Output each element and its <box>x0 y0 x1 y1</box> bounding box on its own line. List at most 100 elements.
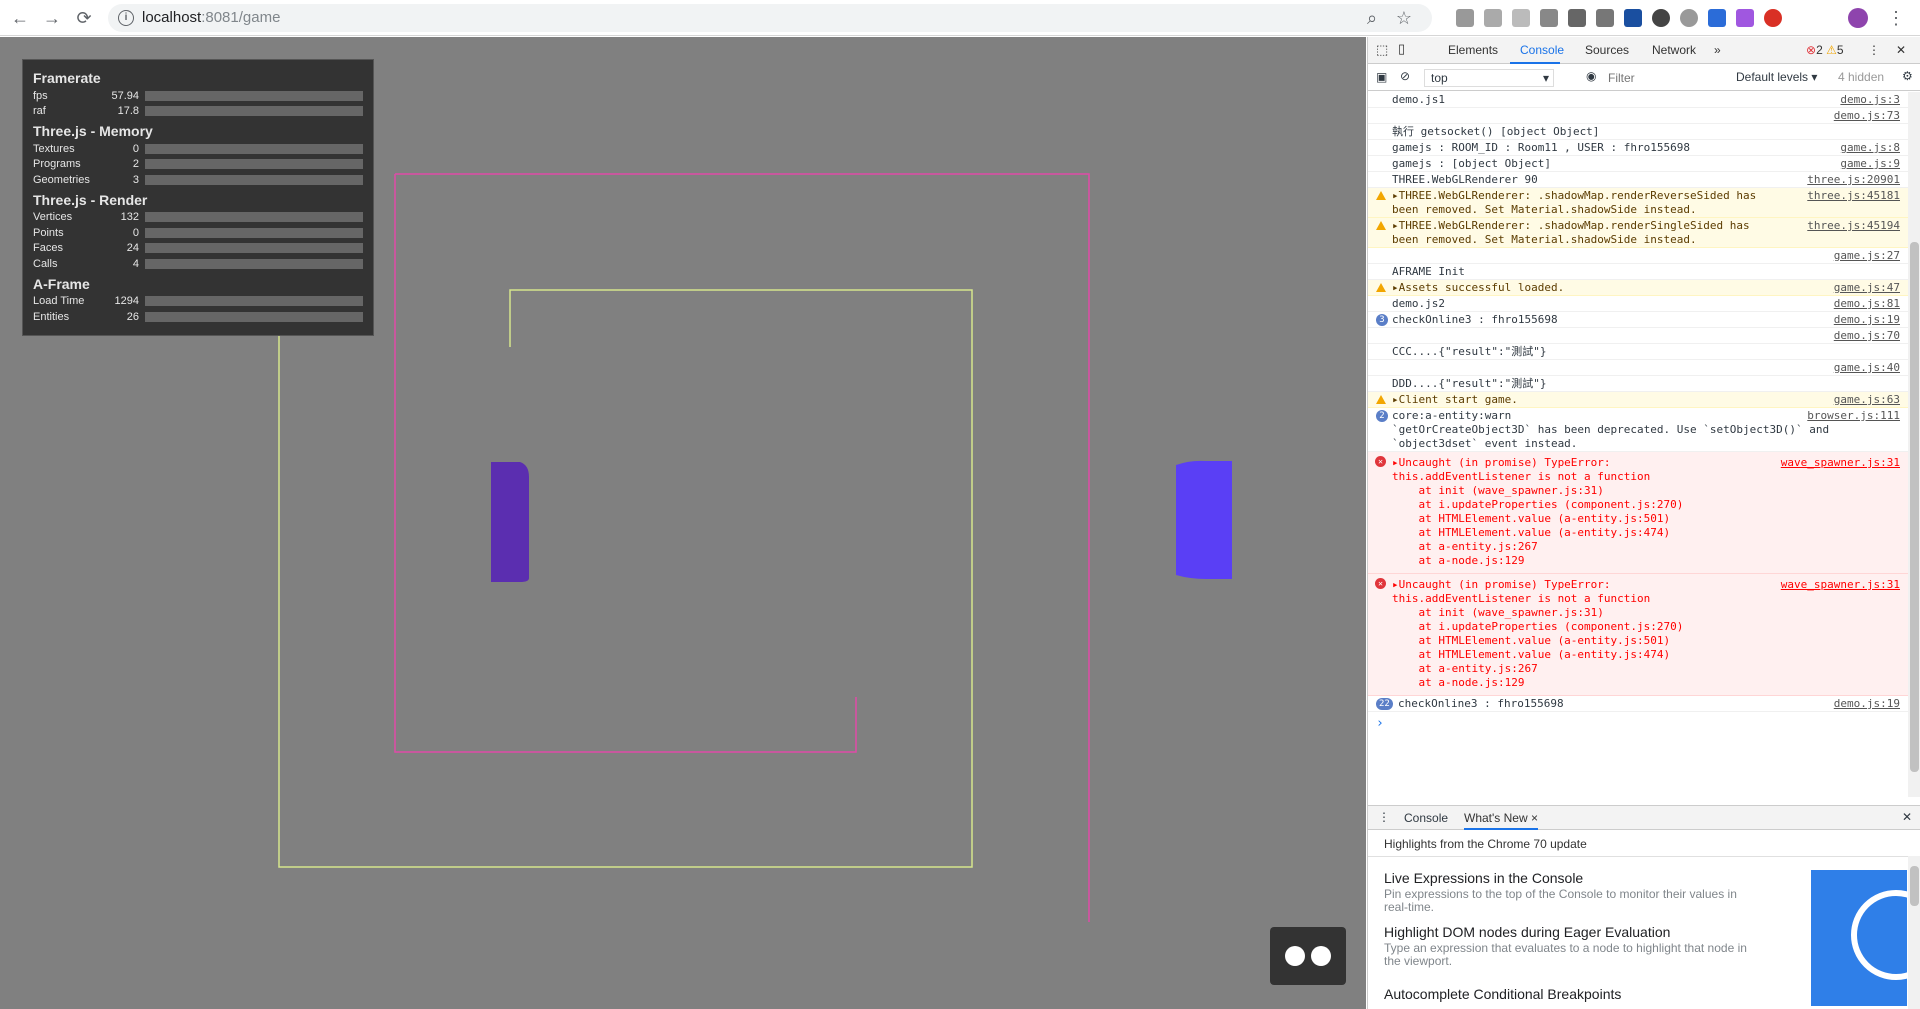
menu-icon[interactable]: ⋮ <box>1884 6 1908 30</box>
source-link[interactable]: wave_spawner.js:31 <box>1781 456 1900 470</box>
extension-icon[interactable] <box>1764 9 1782 27</box>
source-link[interactable]: demo.js:19 <box>1834 697 1900 711</box>
source-link[interactable]: game.js:27 <box>1834 249 1900 263</box>
close-drawer-icon[interactable]: ✕ <box>1902 810 1912 824</box>
error-count-badge[interactable]: ⊗2 ⚠5 <box>1806 43 1844 57</box>
bookmark-star-icon[interactable]: ☆ <box>1392 6 1416 30</box>
more-tabs-icon[interactable]: » <box>1714 43 1721 57</box>
console-log-message[interactable]: game.js:40 <box>1368 360 1908 376</box>
stats-row: Programs 2 <box>33 157 363 173</box>
stats-row: Textures 0 <box>33 141 363 157</box>
console-log-message[interactable]: demo.js:73 <box>1368 108 1908 124</box>
close-tab-icon[interactable]: × <box>1531 811 1538 825</box>
console-log-message[interactable]: 執行 getsocket() [object Object] <box>1368 124 1908 140</box>
clear-console-icon[interactable]: ⊘ <box>1400 69 1410 83</box>
zoom-icon[interactable]: ⌕ <box>1360 6 1384 30</box>
source-link[interactable]: three.js:20901 <box>1807 173 1900 187</box>
extension-icon[interactable] <box>1596 9 1614 27</box>
source-link[interactable]: demo.js:19 <box>1834 313 1900 327</box>
extension-icon[interactable] <box>1624 9 1642 27</box>
console-log-message[interactable]: gamejs : ROOM_ID : Room11 , USER : fhro1… <box>1368 140 1908 156</box>
console-error-message[interactable]: ✕ ▸Uncaught (in promise) TypeError: this.… <box>1368 452 1908 574</box>
vr-mode-button[interactable] <box>1270 927 1346 985</box>
console-settings-icon[interactable]: ⚙ <box>1902 69 1913 83</box>
console-prompt[interactable]: › <box>1376 716 1384 731</box>
source-link[interactable]: demo.js:81 <box>1834 297 1900 311</box>
console-warning-message[interactable]: ▸THREE.WebGLRenderer: .shadowMap.renderS… <box>1368 218 1908 248</box>
whats-new-item[interactable]: Live Expressions in the Console Pin expr… <box>1384 870 1764 914</box>
tab-sources[interactable]: Sources <box>1585 43 1629 57</box>
extension-icon[interactable] <box>1652 9 1670 27</box>
console-log-message[interactable]: CCC....{"result":"測試"} <box>1368 344 1908 360</box>
console-log-message[interactable]: THREE.WebGLRenderer 90 three.js:20901 <box>1368 172 1908 188</box>
error-count: 2 <box>1816 43 1823 57</box>
source-link[interactable]: demo.js:70 <box>1834 329 1900 343</box>
reload-icon[interactable]: ⟳ <box>72 6 96 30</box>
source-link[interactable]: demo.js:3 <box>1840 93 1900 107</box>
drawer-scrollbar-thumb[interactable] <box>1910 866 1919 906</box>
device-toolbar-icon[interactable]: ▯ <box>1398 41 1405 57</box>
console-log-message[interactable]: AFRAME Init <box>1368 264 1908 280</box>
console-log-message[interactable]: DDD....{"result":"測試"} <box>1368 376 1908 392</box>
scrollbar-thumb[interactable] <box>1910 242 1919 772</box>
source-link[interactable]: game.js:8 <box>1840 141 1900 155</box>
tab-network[interactable]: Network <box>1652 43 1696 57</box>
whats-new-item[interactable]: Highlight DOM nodes during Eager Evaluat… <box>1384 924 1764 968</box>
close-devtools-icon[interactable]: ✕ <box>1896 43 1906 57</box>
source-link[interactable]: three.js:45194 <box>1807 219 1900 233</box>
extension-icon[interactable] <box>1568 9 1586 27</box>
extension-icon[interactable] <box>1540 9 1558 27</box>
console-warning-message[interactable]: ▸Assets successful loaded. game.js:47 <box>1368 280 1908 296</box>
extension-icon[interactable] <box>1736 9 1754 27</box>
source-link[interactable]: wave_spawner.js:31 <box>1781 578 1900 592</box>
console-error-message[interactable]: ✕ ▸Uncaught (in promise) TypeError: this.… <box>1368 574 1908 696</box>
stats-value: 57.94 <box>111 89 139 102</box>
source-link[interactable]: demo.js:73 <box>1834 109 1900 123</box>
console-log-message[interactable]: demo.js:70 <box>1368 328 1908 344</box>
console-log-message[interactable]: game.js:27 <box>1368 248 1908 264</box>
source-link[interactable]: game.js:40 <box>1834 361 1900 375</box>
source-link[interactable]: browser.js:111 <box>1807 409 1900 423</box>
console-log-message[interactable]: gamejs : [object Object] game.js:9 <box>1368 156 1908 172</box>
console-log-message[interactable]: demo.js2 demo.js:81 <box>1368 296 1908 312</box>
tab-elements[interactable]: Elements <box>1448 43 1498 57</box>
console-scrollbar[interactable] <box>1908 92 1920 797</box>
extension-icon[interactable] <box>1484 9 1502 27</box>
address-bar[interactable]: i localhost:8081/game ⌕ ☆ <box>108 4 1432 32</box>
extension-icon[interactable] <box>1456 9 1474 27</box>
console-warning-message[interactable]: ▸THREE.WebGLRenderer: .shadowMap.renderR… <box>1368 188 1908 218</box>
url-text[interactable]: localhost:8081/game <box>142 9 280 26</box>
drawer-menu-icon[interactable]: ⋮ <box>1378 810 1390 824</box>
message-text: core:a-entity:warn `getOrCreateObject3D`… <box>1392 409 1830 450</box>
console-log-message[interactable]: 3 checkOnline3 : fhro155698 demo.js:19 <box>1368 312 1908 328</box>
tab-console[interactable]: Console <box>1520 43 1564 57</box>
devtools-menu-icon[interactable]: ⋮ <box>1868 43 1880 57</box>
console-warning-message[interactable]: ▸Client start game. game.js:63 <box>1368 392 1908 408</box>
source-link[interactable]: game.js:9 <box>1840 157 1900 171</box>
drawer-tab-console[interactable]: Console <box>1404 811 1448 825</box>
console-log-message[interactable]: 2 core:a-entity:warn `getOrCreateObject3D… <box>1368 408 1908 452</box>
console-log-message[interactable]: 22 checkOnline3 : fhro155698 demo.js:19 <box>1368 696 1908 712</box>
info-icon[interactable]: i <box>118 10 134 26</box>
drawer-scrollbar[interactable] <box>1908 856 1920 1009</box>
avatar[interactable] <box>1848 8 1868 28</box>
sidebar-toggle-icon[interactable]: ▣ <box>1376 70 1387 84</box>
source-link[interactable]: game.js:63 <box>1834 393 1900 407</box>
drawer-tab-whats-new[interactable]: What's New × <box>1464 811 1538 830</box>
inspect-icon[interactable]: ⬚ <box>1376 42 1388 58</box>
back-icon[interactable]: ← <box>8 6 32 30</box>
console-messages[interactable]: demo.js1 demo.js:3 demo.js:73 執行 getsocket(… <box>1368 92 1908 797</box>
extension-icon[interactable] <box>1680 9 1698 27</box>
forward-icon[interactable]: → <box>40 6 64 30</box>
filter-input[interactable] <box>1608 69 1728 87</box>
context-selector[interactable]: top ▾ <box>1424 69 1554 87</box>
live-expression-icon[interactable]: ◉ <box>1586 69 1596 83</box>
levels-dropdown[interactable]: Default levels ▾ <box>1736 70 1817 84</box>
game-viewport[interactable]: Framerate fps 57.94 raf 17.8 Three.js - Memor… <box>0 37 1366 1009</box>
source-link[interactable]: game.js:47 <box>1834 281 1900 295</box>
whats-new-item[interactable]: Autocomplete Conditional Breakpoints <box>1384 986 1764 1002</box>
console-log-message[interactable]: demo.js1 demo.js:3 <box>1368 92 1908 108</box>
source-link[interactable]: three.js:45181 <box>1807 189 1900 203</box>
extension-icon[interactable] <box>1708 9 1726 27</box>
extension-icon[interactable] <box>1512 9 1530 27</box>
